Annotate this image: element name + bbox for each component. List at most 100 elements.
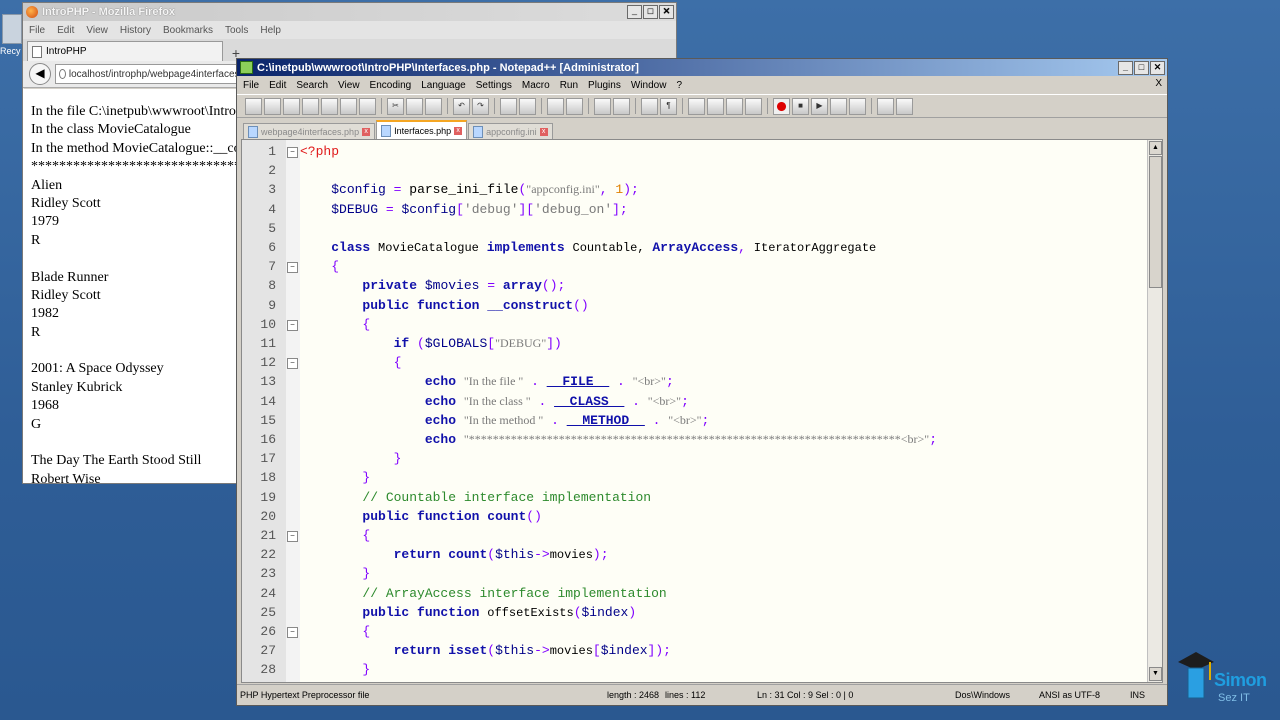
code-line[interactable]: 9 public function __construct() [242,296,1162,315]
code-line[interactable]: 16 echo "*******************************… [242,430,1162,449]
code-line[interactable]: 27 return isset($this->movies[$index]); [242,641,1162,660]
close-document-button[interactable]: X [1155,78,1162,89]
tab-appconfig[interactable]: appconfig.ini x [468,123,553,140]
undo-icon[interactable]: ↶ [453,97,470,115]
maximize-button[interactable]: □ [643,5,658,19]
close-button[interactable]: ✕ [659,5,674,19]
vertical-scrollbar[interactable]: ▲ ▼ [1147,140,1162,682]
play-macro-icon[interactable]: ▶ [811,97,828,115]
record-macro-icon[interactable] [773,97,790,115]
code-line[interactable]: 10− { [242,315,1162,334]
fold-toggle-icon[interactable]: − [287,319,298,331]
save-all-icon[interactable] [302,97,319,115]
save-macro-icon[interactable] [849,97,866,115]
scroll-up-arrow[interactable]: ▲ [1149,141,1162,155]
sync-scroll-v-icon[interactable] [594,97,611,115]
doc-map-icon[interactable] [726,97,743,115]
code-line[interactable]: 18 } [242,468,1162,487]
close-tab-icon[interactable]: x [539,128,548,136]
menu-help[interactable]: Help [260,25,281,36]
cut-icon[interactable]: ✂ [387,97,404,115]
menu-view[interactable]: View [338,80,360,91]
url-bar[interactable]: localhost/introphp/webpage4interfaces.ph… [55,64,260,84]
scroll-down-arrow[interactable]: ▼ [1149,667,1162,681]
code-line[interactable]: 25 public function offsetExists($index) [242,603,1162,622]
close-file-icon[interactable] [321,97,338,115]
code-line[interactable]: 5 [242,219,1162,238]
menu-tools[interactable]: Tools [225,25,248,36]
menu-plugins[interactable]: Plugins [588,80,621,91]
fold-toggle-icon[interactable]: − [287,358,298,370]
code-line[interactable]: 22 return count($this->movies); [242,545,1162,564]
menu-edit[interactable]: Edit [57,25,74,36]
spellcheck-icon[interactable] [877,97,894,115]
print-icon[interactable] [359,97,376,115]
indent-guide-icon[interactable] [688,97,705,115]
menu-language[interactable]: Language [421,80,466,91]
code-line[interactable]: 13 echo "In the file " . __FILE__ . "<br… [242,372,1162,391]
code-line[interactable]: 28 } [242,660,1162,679]
code-line[interactable]: 12− { [242,353,1162,372]
maximize-button[interactable]: □ [1134,61,1149,75]
close-all-icon[interactable] [340,97,357,115]
code-line[interactable]: 2 [242,161,1162,180]
menu-window[interactable]: Window [631,80,667,91]
close-tab-icon[interactable]: x [454,127,463,135]
back-button[interactable]: ◀ [29,63,51,85]
menu-edit[interactable]: Edit [269,80,286,91]
menu-bookmarks[interactable]: Bookmarks [163,25,213,36]
open-file-icon[interactable] [264,97,281,115]
code-line[interactable]: 21− { [242,526,1162,545]
menu-search[interactable]: Search [296,80,328,91]
copy-icon[interactable] [406,97,423,115]
code-line[interactable]: 11 if ($GLOBALS["DEBUG"]) [242,334,1162,353]
menu-encoding[interactable]: Encoding [370,80,412,91]
code-line[interactable]: 3 $config = parse_ini_file("appconfig.in… [242,180,1162,199]
fold-toggle-icon[interactable]: − [287,627,298,638]
code-editor[interactable]: 1− <?php 2 3 $config = parse_ini_file("appc… [241,139,1163,683]
code-line[interactable]: 6 class MovieCatalogue implements Counta… [242,238,1162,257]
menu-view[interactable]: View [86,25,108,36]
code-line[interactable]: 26− { [242,622,1162,641]
zoom-out-icon[interactable] [566,97,583,115]
redo-icon[interactable]: ↷ [472,97,489,115]
show-all-chars-icon[interactable]: ¶ [660,97,677,115]
code-line[interactable]: 7− { [242,257,1162,276]
paste-icon[interactable] [425,97,442,115]
notepadpp-window[interactable]: C:\inetpub\wwwroot\IntroPHP\Interfaces.p… [236,58,1168,706]
code-line[interactable]: 17 } [242,449,1162,468]
firefox-titlebar[interactable]: IntroPHP - Mozilla Firefox _ □ ✕ [23,3,676,21]
scrollbar-thumb[interactable] [1149,156,1162,288]
code-line[interactable]: 23 } [242,564,1162,583]
menu-file[interactable]: File [243,80,259,91]
fold-toggle-icon[interactable]: − [287,262,298,274]
zoom-in-icon[interactable] [547,97,564,115]
notepadpp-titlebar[interactable]: C:\inetpub\wwwroot\IntroPHP\Interfaces.p… [237,59,1167,76]
menu-help[interactable]: ? [676,80,682,91]
code-line[interactable]: 14 echo "In the class " . __CLASS__ . "<… [242,392,1162,411]
run-macro-multiple-icon[interactable] [830,97,847,115]
menu-macro[interactable]: Macro [522,80,550,91]
fold-toggle-icon[interactable]: − [287,147,298,158]
function-list-icon[interactable] [745,97,762,115]
menu-file[interactable]: File [29,25,45,36]
udl-icon[interactable] [707,97,724,115]
code-line[interactable]: 19 // Countable interface implementation [242,488,1162,507]
replace-icon[interactable] [519,97,536,115]
tab-introphp[interactable]: IntroPHP [27,41,223,61]
tab-interfaces[interactable]: Interfaces.php x [376,120,468,140]
menu-run[interactable]: Run [560,80,578,91]
find-icon[interactable] [500,97,517,115]
plugin-icon[interactable] [896,97,913,115]
minimize-button[interactable]: _ [627,5,642,19]
word-wrap-icon[interactable] [641,97,658,115]
sync-scroll-h-icon[interactable] [613,97,630,115]
menu-history[interactable]: History [120,25,151,36]
stop-macro-icon[interactable]: ■ [792,97,809,115]
new-file-icon[interactable] [245,97,262,115]
code-line[interactable]: 20 public function count() [242,507,1162,526]
close-button[interactable]: ✕ [1150,61,1165,75]
save-icon[interactable] [283,97,300,115]
code-line[interactable]: 1− <?php [242,142,1162,161]
code-line[interactable]: 8 private $movies = array(); [242,276,1162,295]
